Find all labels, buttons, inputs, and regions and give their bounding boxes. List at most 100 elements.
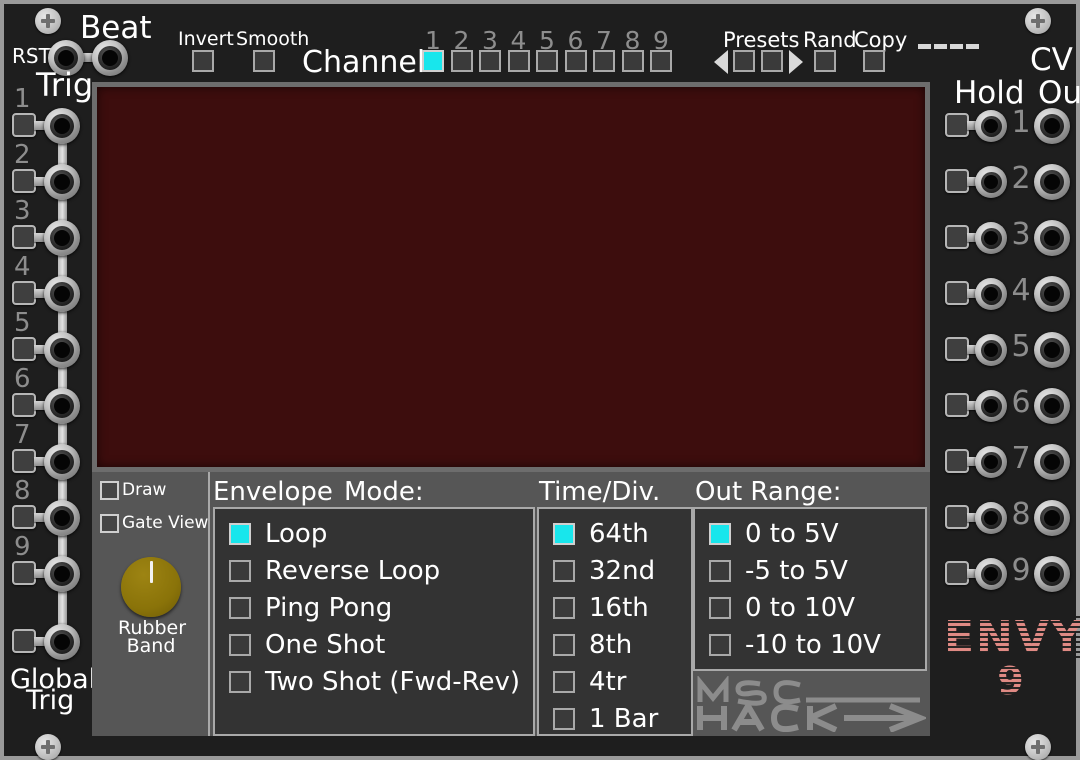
channel-select-4[interactable]: [507, 50, 530, 72]
time-div-option[interactable]: 32nd: [553, 556, 655, 586]
preset-prev-icon[interactable]: [714, 50, 728, 74]
cv-out-jack-1[interactable]: [1034, 108, 1070, 144]
hold-button-1[interactable]: [945, 113, 969, 137]
hold-jack-1[interactable]: [975, 110, 1007, 142]
envelope-mode-checkbox[interactable]: [229, 523, 251, 545]
time-div-checkbox[interactable]: [553, 708, 575, 730]
hold-jack-4[interactable]: [975, 278, 1007, 310]
time-div-checkbox[interactable]: [553, 523, 575, 545]
envelope-mode-option[interactable]: Reverse Loop: [229, 556, 440, 586]
hold-jack-3[interactable]: [975, 222, 1007, 254]
global-trig-jack[interactable]: [44, 624, 80, 660]
trig-jack-8[interactable]: [44, 500, 80, 536]
trig-button-8[interactable]: [12, 505, 36, 529]
copy-button[interactable]: [863, 50, 885, 72]
envelope-mode-option[interactable]: Ping Pong: [229, 593, 392, 623]
hold-jack-2[interactable]: [975, 166, 1007, 198]
trig-button-6[interactable]: [12, 393, 36, 417]
preset-next-icon[interactable]: [789, 50, 803, 74]
channel-select-1[interactable]: [422, 50, 444, 72]
trig-button-4[interactable]: [12, 281, 36, 305]
hold-jack-9[interactable]: [975, 558, 1007, 590]
envelope-mode-option[interactable]: Loop: [229, 519, 327, 549]
hold-button-5[interactable]: [945, 337, 969, 361]
channel-select-2[interactable]: [450, 50, 473, 72]
trig-jack-5[interactable]: [44, 332, 80, 368]
cv-out-jack-6[interactable]: [1034, 388, 1070, 424]
envelope-mode-option[interactable]: One Shot: [229, 630, 385, 660]
time-div-checkbox[interactable]: [553, 560, 575, 582]
envelope-mode-option[interactable]: Two Shot (Fwd-Rev): [229, 667, 520, 697]
trig-button-3[interactable]: [12, 225, 36, 249]
envelope-mode-checkbox[interactable]: [229, 597, 251, 619]
smooth-button[interactable]: [253, 50, 275, 72]
cv-out-jack-5[interactable]: [1034, 332, 1070, 368]
channel-select-3[interactable]: [479, 50, 501, 72]
time-div-checkbox[interactable]: [553, 597, 575, 619]
channel-select-5[interactable]: [536, 50, 558, 72]
time-div-option[interactable]: 4tr: [553, 667, 626, 697]
time-div-checkbox[interactable]: [553, 634, 575, 656]
global-trig-button[interactable]: [12, 629, 36, 653]
envelope-mode-checkbox[interactable]: [229, 671, 251, 693]
rand-button[interactable]: [814, 50, 836, 72]
hold-button-3[interactable]: [945, 225, 969, 249]
hold-button-4[interactable]: [945, 281, 969, 305]
out-range-checkbox[interactable]: [709, 597, 731, 619]
hold-button-8[interactable]: [945, 505, 969, 529]
trig-jack-2[interactable]: [44, 164, 80, 200]
gate-view-toggle[interactable]: Gate View: [100, 513, 208, 533]
gate-view-checkbox[interactable]: [100, 513, 119, 533]
draw-toggle[interactable]: Draw: [100, 480, 166, 500]
time-div-option[interactable]: 16th: [553, 593, 649, 623]
hold-jack-7[interactable]: [975, 446, 1007, 478]
out-range-option[interactable]: -10 to 10V: [709, 630, 881, 660]
cv-out-jack-2[interactable]: [1034, 164, 1070, 200]
cv-out-jack-7[interactable]: [1034, 444, 1070, 480]
rubber-band-knob[interactable]: [121, 557, 181, 617]
out-range-checkbox[interactable]: [709, 560, 731, 582]
channel-select-9[interactable]: [650, 50, 672, 72]
invert-button[interactable]: [192, 50, 214, 72]
trig-button-1[interactable]: [12, 113, 36, 137]
cv-out-jack-3[interactable]: [1034, 220, 1070, 256]
trig-jack-3[interactable]: [44, 220, 80, 256]
time-div-option[interactable]: 8th: [553, 630, 632, 660]
out-range-checkbox[interactable]: [709, 523, 731, 545]
channel-select-6[interactable]: [564, 50, 587, 72]
trig-button-2[interactable]: [12, 169, 36, 193]
envelope-display[interactable]: [92, 82, 930, 472]
out-range-option[interactable]: 0 to 5V: [709, 519, 839, 549]
hold-button-2[interactable]: [945, 169, 969, 193]
hold-button-7[interactable]: [945, 449, 969, 473]
time-div-option[interactable]: 64th: [553, 519, 649, 549]
trig-button-7[interactable]: [12, 449, 36, 473]
out-range-option[interactable]: -5 to 5V: [709, 556, 848, 586]
envelope-mode-checkbox[interactable]: [229, 560, 251, 582]
trig-button-5[interactable]: [12, 337, 36, 361]
cv-out-jack-9[interactable]: [1034, 556, 1070, 592]
preset-button-b[interactable]: [761, 50, 783, 72]
trig-jack-1[interactable]: [44, 108, 80, 144]
trig-jack-4[interactable]: [44, 276, 80, 312]
trig-jack-6[interactable]: [44, 388, 80, 424]
time-div-option[interactable]: 1 Bar: [553, 704, 658, 734]
hold-jack-8[interactable]: [975, 502, 1007, 534]
draw-checkbox[interactable]: [100, 480, 119, 500]
channel-select-8[interactable]: [621, 50, 644, 72]
trig-button-9[interactable]: [12, 561, 36, 585]
preset-button-a[interactable]: [733, 50, 755, 72]
cv-out-jack-8[interactable]: [1034, 500, 1070, 536]
trig-jack-9[interactable]: [44, 556, 80, 592]
hold-button-9[interactable]: [945, 561, 969, 585]
out-range-checkbox[interactable]: [709, 634, 731, 656]
hold-jack-6[interactable]: [975, 390, 1007, 422]
envelope-mode-checkbox[interactable]: [229, 634, 251, 656]
out-range-option[interactable]: 0 to 10V: [709, 593, 855, 623]
beat-jack[interactable]: [92, 40, 128, 76]
cv-out-jack-4[interactable]: [1034, 276, 1070, 312]
channel-select-7[interactable]: [593, 50, 615, 72]
time-div-checkbox[interactable]: [553, 671, 575, 693]
hold-jack-5[interactable]: [975, 334, 1007, 366]
hold-button-6[interactable]: [945, 393, 969, 417]
